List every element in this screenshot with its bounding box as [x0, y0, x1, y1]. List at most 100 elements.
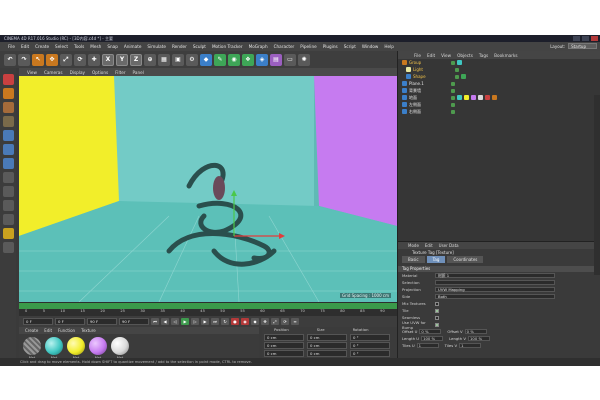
texture-tag-icon[interactable] [471, 95, 476, 100]
texture-tag-icon[interactable] [464, 95, 469, 100]
mat-menu-edit[interactable]: Edit [44, 328, 52, 333]
object-name[interactable]: Shape [413, 74, 453, 79]
tiles-u-field[interactable]: 1 [416, 343, 439, 348]
3d-viewport[interactable]: Grid Spacing : 1000 cm [19, 76, 397, 302]
tab-coordinates[interactable]: Coordinates [447, 256, 484, 263]
timeline-icon[interactable]: ≡ [291, 318, 299, 325]
move-icon[interactable]: ✥ [46, 53, 58, 66]
maximize-button[interactable] [582, 36, 589, 41]
menu-tools[interactable]: Tools [74, 44, 84, 49]
deformer-icon[interactable]: ◈ [256, 53, 268, 66]
coordinate-system-icon[interactable]: ⊕ [144, 53, 156, 66]
tab-tag[interactable]: Tag [426, 256, 446, 263]
attr-menu-edit[interactable]: Edit [425, 243, 433, 248]
pen-spline-icon[interactable]: ✎ [214, 53, 226, 66]
close-button[interactable] [591, 36, 598, 41]
texture-mode-icon[interactable] [2, 102, 14, 113]
workplane-icon[interactable] [2, 214, 14, 225]
play-icon[interactable]: ▶ [181, 318, 189, 325]
size-y-field[interactable]: 0 cm [307, 342, 347, 349]
size-x-field[interactable]: 0 cm [307, 334, 347, 341]
om-menu-file[interactable]: File [414, 53, 421, 58]
texture-tag-icon[interactable] [478, 95, 483, 100]
object-name[interactable]: Group [409, 60, 449, 65]
attr-menu-user-data[interactable]: User Data [439, 243, 459, 248]
object-name[interactable]: 地面 [409, 95, 449, 101]
object-row[interactable]: 右侧面 [398, 108, 600, 115]
scene-icon[interactable]: ▤ [270, 53, 282, 66]
om-menu-view[interactable]: View [441, 53, 451, 58]
next-key-icon[interactable]: ▶ [201, 318, 209, 325]
array-icon[interactable]: ❖ [242, 53, 254, 66]
material-preview[interactable] [45, 337, 63, 355]
object-row[interactable]: 背景墙 [398, 87, 600, 94]
live-selection-icon[interactable]: ↖ [32, 53, 44, 66]
menu-help[interactable]: Help [384, 44, 394, 49]
use-uvw-bump-checkbox[interactable] [435, 322, 439, 327]
texture-tag-icon[interactable] [457, 95, 462, 100]
menu-mesh[interactable]: Mesh [90, 44, 101, 49]
menu-edit[interactable]: Edit [21, 44, 29, 49]
visibility-icon[interactable] [451, 60, 455, 65]
snap-icon[interactable] [2, 200, 14, 211]
tile-checkbox[interactable] [435, 308, 439, 313]
om-menu-edit[interactable]: Edit [427, 53, 435, 58]
previous-key-icon[interactable]: ◀ [161, 318, 169, 325]
visibility-icon[interactable] [451, 88, 455, 93]
tiles-v-field[interactable]: 1 [459, 343, 482, 348]
render-picture-viewer-icon[interactable]: ▣ [172, 53, 184, 66]
menu-file[interactable]: File [8, 44, 15, 49]
render-settings-icon[interactable]: ⚙ [186, 53, 198, 66]
position-key-icon[interactable]: ✥ [261, 318, 269, 325]
menu-render[interactable]: Render [172, 44, 187, 49]
workplane-mode-icon[interactable] [2, 116, 14, 127]
attr-menu-mode[interactable]: Mode [408, 243, 419, 248]
tweak-mode-icon[interactable] [2, 186, 14, 197]
length-u-field[interactable]: 100 % [421, 336, 444, 341]
om-menu-tags[interactable]: Tags [479, 53, 488, 58]
next-frame-icon[interactable]: ▷ [191, 318, 199, 325]
rotation-h-field[interactable]: 0 ° [350, 334, 390, 341]
mat-menu-function[interactable]: Function [58, 328, 75, 333]
menu-create[interactable]: Create [35, 44, 49, 49]
scale-icon[interactable]: ⤢ [60, 53, 72, 66]
keyframe-selection-icon[interactable]: ◆ [251, 318, 259, 325]
start-frame-field[interactable]: 0 F [23, 318, 53, 325]
menu-script[interactable]: Script [344, 44, 356, 49]
object-name[interactable]: 左侧面 [409, 102, 449, 108]
material-preview[interactable] [23, 337, 41, 355]
length-v-field[interactable]: 100 % [468, 336, 490, 341]
om-menu-objects[interactable]: Objects [457, 53, 473, 58]
selection-field[interactable] [435, 280, 555, 285]
phong-tag-icon[interactable] [461, 74, 466, 79]
lock-workplane-icon[interactable] [2, 228, 14, 239]
y-axis-lock-icon[interactable]: Y [116, 53, 128, 66]
end-frame-field[interactable]: 90 F [119, 318, 149, 325]
rotation-b-field[interactable]: 0 ° [350, 350, 390, 357]
material-swatch[interactable]: Mat [111, 337, 129, 360]
rotation-key-icon[interactable]: ⟳ [281, 318, 289, 325]
vp-menu-filter[interactable]: Filter [115, 70, 125, 75]
object-row[interactable]: Light [398, 66, 600, 73]
visibility-icon[interactable] [451, 81, 455, 86]
tab-basic[interactable]: Basic [402, 256, 425, 263]
position-y-field[interactable]: 0 cm [264, 342, 304, 349]
texture-tag-icon[interactable] [457, 60, 462, 65]
om-menu-bookmarks[interactable]: Bookmarks [494, 53, 517, 58]
menu-animate[interactable]: Animate [124, 44, 142, 49]
points-mode-icon[interactable] [2, 130, 14, 141]
menu-snap[interactable]: Snap [107, 44, 118, 49]
material-swatch[interactable]: Mat [23, 337, 41, 360]
position-x-field[interactable]: 0 cm [264, 334, 304, 341]
vp-menu-view[interactable]: View [27, 70, 37, 75]
vp-menu-display[interactable]: Display [70, 70, 85, 75]
make-editable-icon[interactable] [2, 74, 14, 85]
polygons-mode-icon[interactable] [2, 158, 14, 169]
redo-icon[interactable]: ↷ [18, 53, 30, 66]
material-swatch[interactable]: Mat [45, 337, 63, 360]
mat-menu-texture[interactable]: Texture [81, 328, 96, 333]
position-z-field[interactable]: 0 cm [264, 350, 304, 357]
model-mode-icon[interactable] [2, 88, 14, 99]
material-swatch[interactable]: Mat [89, 337, 107, 360]
visibility-icon[interactable] [451, 102, 455, 107]
